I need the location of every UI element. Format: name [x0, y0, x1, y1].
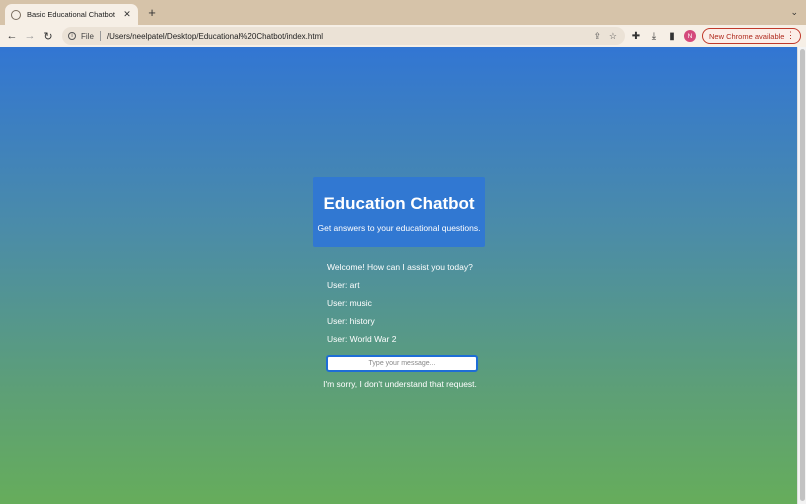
chat-message: User: art: [327, 280, 360, 290]
close-tab-icon[interactable]: ✕: [122, 9, 132, 20]
page-subtitle: Get answers to your educational question…: [317, 223, 481, 233]
address-scheme: File: [81, 31, 94, 41]
side-panel-icon[interactable]: ▮: [665, 29, 679, 43]
chat-message: Welcome! How can I assist you today?: [327, 262, 473, 272]
info-icon[interactable]: i: [68, 32, 76, 40]
back-button[interactable]: ←: [4, 28, 20, 44]
tab-title: Basic Educational Chatbot: [27, 10, 115, 19]
address-separator: [99, 31, 101, 41]
scrollbar-thumb[interactable]: [800, 49, 805, 501]
update-button-label: New Chrome available: [709, 31, 785, 41]
bookmark-star-icon[interactable]: ☆: [609, 31, 617, 42]
chat-message: User: World War 2: [327, 334, 397, 344]
chrome-update-button[interactable]: New Chrome available ⋮: [702, 28, 801, 44]
browser-tab[interactable]: Basic Educational Chatbot ✕: [5, 4, 138, 25]
chat-message: User: music: [327, 298, 372, 308]
extensions-icon[interactable]: ✚: [629, 29, 643, 43]
address-url[interactable]: /Users/neelpatel/Desktop/Educational%20C…: [107, 32, 323, 41]
tab-strip: Basic Educational Chatbot ✕ + ⌄: [0, 0, 806, 25]
chat-message: User: history: [327, 316, 375, 326]
page-title: Education Chatbot: [323, 194, 475, 213]
globe-icon: [11, 9, 21, 20]
chat-log: Welcome! How can I assist you today? Use…: [327, 261, 527, 351]
reload-button[interactable]: ↻: [40, 28, 56, 44]
message-input[interactable]: [326, 355, 478, 372]
new-tab-button[interactable]: +: [145, 6, 159, 20]
profile-avatar[interactable]: N: [684, 30, 696, 42]
share-icon[interactable]: ⇪: [593, 31, 601, 42]
bot-response: I'm sorry, I don't understand that reque…: [323, 379, 477, 389]
download-icon[interactable]: ⤓: [647, 29, 661, 43]
address-bar[interactable]: i File /Users/neelpatel/Desktop/Educatio…: [62, 27, 625, 45]
page-viewport: Education Chatbot Get answers to your ed…: [0, 47, 797, 504]
vertical-scrollbar[interactable]: [797, 47, 806, 504]
forward-button[interactable]: →: [22, 28, 38, 44]
kebab-menu-icon[interactable]: ⋮: [786, 30, 795, 41]
browser-toolbar: ← → ↻ i File /Users/neelpatel/Desktop/Ed…: [0, 25, 806, 47]
chatbot-header: Education Chatbot Get answers to your ed…: [313, 177, 485, 247]
tab-search-chevron-icon[interactable]: ⌄: [790, 7, 798, 18]
